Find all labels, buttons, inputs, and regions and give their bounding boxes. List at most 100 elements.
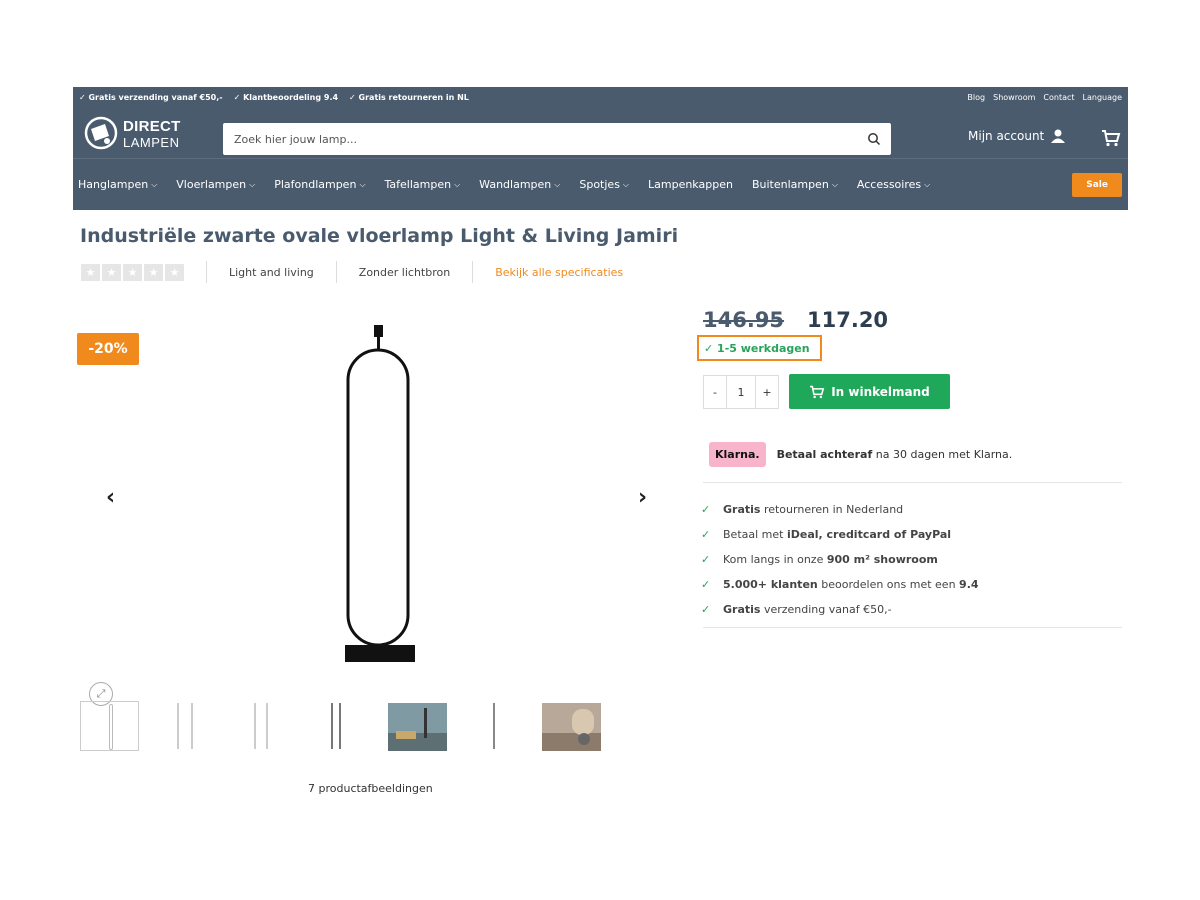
previous-image-arrow-icon[interactable]: ‹ (106, 485, 115, 510)
usp-list: ✓ Gratis retourneren in Nederland ✓ Beta… (701, 497, 979, 622)
delivery-time: ✓ 1-5 werkdagen (697, 335, 822, 361)
nav-item-spotjes[interactable]: Spotjes ⌵ (579, 178, 629, 191)
usp-item: ✓ Gratis retourneren in Nederland (701, 497, 979, 522)
divider (703, 482, 1122, 483)
quantity-input[interactable]: 1 (726, 376, 756, 408)
usp-returns: ✓ Gratis retourneren in NL (349, 92, 469, 102)
chevron-down-icon: ⌵ (554, 179, 561, 189)
nav-item-wandlampen[interactable]: Wandlampen ⌵ (479, 178, 560, 191)
divider (206, 261, 207, 283)
nav-label: Spotjes (579, 178, 620, 191)
klarna-text: na 30 dagen met Klarna. (872, 448, 1013, 461)
user-icon (1051, 129, 1066, 143)
nav-label: Hanglampen (78, 178, 149, 191)
nav-item-vloerlampen[interactable]: Vloerlampen ⌵ (176, 178, 255, 191)
blog-link[interactable]: Blog (967, 93, 985, 102)
thumbnail-5[interactable] (388, 701, 447, 751)
usp-bold: 900 m² showroom (826, 553, 938, 566)
quantity-plus-button[interactable]: + (756, 376, 778, 408)
chevron-down-icon: ⌵ (454, 179, 461, 189)
thumb-line (191, 703, 193, 749)
klarna-info: Klarna. Betaal achteraf na 30 dagen met … (709, 442, 1012, 467)
add-to-cart-label: In winkelmand (831, 384, 930, 399)
current-price: 117.20 (807, 308, 889, 332)
divider (703, 627, 1122, 628)
nav-item-buitenlampen[interactable]: Buitenlampen ⌵ (752, 178, 838, 191)
brand-link[interactable]: Light and living (229, 266, 314, 279)
thumb-line (339, 703, 341, 749)
lamp-logo-icon (84, 116, 118, 150)
rating-stars[interactable]: ★ ★ ★ ★ ★ (81, 263, 184, 281)
main-nav: Hanglampen ⌵ Vloerlampen ⌵ Plafondlampen ⌵ … (73, 158, 1128, 210)
add-to-cart-button[interactable]: In winkelmand (789, 374, 950, 409)
nav-label: Vloerlampen (176, 178, 247, 191)
thumb-line (254, 703, 256, 749)
star-icon: ★ (81, 263, 100, 281)
thumbnail-6[interactable] (465, 701, 524, 751)
check-icon: ✓ (701, 503, 711, 516)
specifications-link[interactable]: Bekijk alle specificaties (495, 266, 623, 279)
usp-text: Kom langs in onze (723, 553, 827, 566)
thumb-line (493, 703, 495, 749)
nav-item-lampenkappen[interactable]: Lampenkappen (648, 178, 733, 191)
nav-label: Plafondlampen (274, 178, 357, 191)
check-icon: ✓ (701, 528, 711, 541)
usp-bold: 5.000+ klanten (723, 578, 818, 591)
product-title: Industriële zwarte ovale vloerlamp Light… (80, 225, 679, 247)
quantity-stepper: - 1 + (703, 375, 779, 409)
sale-button[interactable]: Sale (1072, 172, 1122, 197)
check-icon: ✓ (701, 578, 711, 591)
usp-bold: Gratis (723, 503, 761, 516)
thumbnail-strip (80, 701, 601, 751)
search-bar (223, 123, 891, 155)
next-image-arrow-icon[interactable]: › (638, 485, 647, 510)
search-icon[interactable] (867, 132, 881, 146)
thumbnail-4[interactable] (311, 701, 370, 751)
chevron-down-icon: ⌵ (249, 179, 256, 189)
account-link[interactable]: Mijn account (968, 129, 1066, 143)
thumb-lamp-shape (109, 704, 113, 750)
nav-label: Lampenkappen (648, 178, 733, 191)
logo-text-direct: DIRECT (123, 118, 181, 135)
thumbnail-3[interactable] (234, 701, 293, 751)
nav-item-plafondlampen[interactable]: Plafondlampen ⌵ (274, 178, 365, 191)
chevron-down-icon: ⌵ (924, 179, 931, 189)
star-icon: ★ (165, 263, 184, 281)
chevron-down-icon: ⌵ (622, 179, 629, 189)
nav-label: Wandlampen (479, 178, 552, 191)
usp-text: Betaal met (723, 528, 787, 541)
nav-item-accessoires[interactable]: Accessoires ⌵ (857, 178, 930, 191)
divider (335, 261, 337, 283)
check-icon: ✓ (701, 553, 711, 566)
divider (472, 261, 474, 283)
star-icon: ★ (144, 263, 163, 281)
cart-icon (810, 385, 825, 398)
usp-text: beoordelen ons met een (817, 578, 960, 591)
thumbnail-2[interactable] (157, 701, 216, 751)
thumbnail-1[interactable] (80, 701, 139, 751)
nav-item-tafellampen[interactable]: Tafellampen ⌵ (385, 178, 461, 191)
chevron-down-icon: ⌵ (831, 179, 838, 189)
usp-bold: 9.4 (959, 578, 979, 591)
usp-rating: ✓ Klantbeoordeling 9.4 (233, 92, 339, 102)
language-link[interactable]: Language (1083, 93, 1122, 102)
usp-text: verzending vanaf €50,- (760, 603, 892, 616)
lightsource-info: Zonder lichtbron (358, 265, 451, 279)
search-input[interactable] (223, 132, 843, 146)
klarna-logo: Klarna. (709, 442, 766, 467)
logo[interactable]: DIRECT LAMPEN (83, 114, 203, 154)
usp-item: ✓ Kom langs in onze 900 m² showroom (701, 547, 979, 572)
thumb-photo-table (542, 703, 601, 751)
account-label: Mijn account (968, 129, 1045, 143)
cart-icon[interactable] (1101, 129, 1121, 147)
thumbnail-7[interactable] (542, 701, 601, 751)
showroom-link[interactable]: Showroom (993, 93, 1035, 102)
klarna-bold-text: Betaal achteraf (776, 448, 873, 461)
thumb-line (331, 703, 333, 749)
quantity-minus-button[interactable]: - (704, 376, 726, 408)
contact-link[interactable]: Contact (1043, 93, 1074, 102)
usp-item: ✓ Betaal met iDeal, creditcard of PayPal (701, 522, 979, 547)
image-count: 7 productafbeeldingen (308, 782, 433, 795)
product-image[interactable] (335, 325, 425, 675)
nav-item-hanglampen[interactable]: Hanglampen ⌵ (78, 178, 157, 191)
